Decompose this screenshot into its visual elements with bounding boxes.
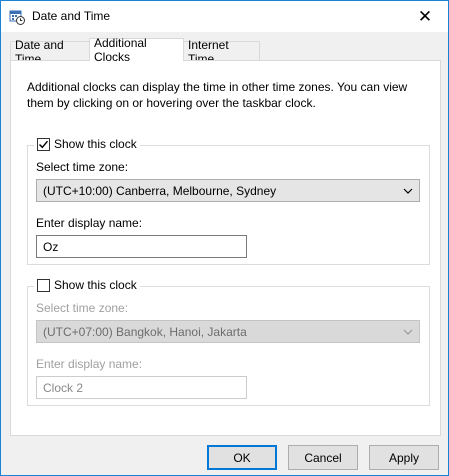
cancel-button[interactable]: Cancel — [288, 445, 358, 470]
clock-1-timezone-value: (UTC+10:00) Canberra, Melbourne, Sydney — [43, 183, 277, 198]
clock-1-timezone-select[interactable]: (UTC+10:00) Canberra, Melbourne, Sydney — [36, 179, 420, 202]
close-button[interactable]: ✕ — [402, 1, 448, 32]
clock-1-show-label: Show this clock — [54, 137, 137, 151]
close-icon: ✕ — [417, 6, 433, 26]
apply-button-label: Apply — [388, 450, 420, 465]
clock-1-timezone-label: Select time zone: — [36, 160, 129, 174]
window-title: Date and Time — [32, 9, 111, 23]
clock-2-display-name-input[interactable]: Clock 2 — [36, 376, 247, 399]
additional-clocks-panel: Additional clocks can display the time i… — [10, 60, 441, 436]
date-and-time-dialog: Date and Time ✕ Date and Time Additional… — [0, 0, 449, 476]
clock-2-display-name-value: Clock 2 — [43, 380, 84, 395]
title-bar[interactable]: Date and Time ✕ — [1, 1, 448, 32]
clock-1-display-name-value: Oz — [43, 239, 59, 254]
tab-additional-clocks[interactable]: Additional Clocks — [89, 36, 184, 64]
clock-2-name-label: Enter display name: — [36, 357, 143, 371]
clock-1-checkbox[interactable] — [37, 137, 50, 151]
ok-button-label: OK — [233, 450, 251, 465]
clock-2-timezone-label: Select time zone: — [36, 301, 129, 315]
clock-2-show-label: Show this clock — [54, 278, 137, 292]
ok-button[interactable]: OK — [207, 445, 277, 470]
clock-2-show-toggle[interactable]: Show this clock — [34, 278, 140, 292]
clock-2-checkbox[interactable] — [37, 278, 50, 292]
tab-strip: Date and Time Additional Clocks Internet… — [10, 36, 441, 66]
date-time-app-icon — [9, 10, 25, 25]
clock-1-group: Show this clock Select time zone: (UTC+1… — [27, 137, 430, 265]
clock-1-name-label: Enter display name: — [36, 216, 143, 230]
chevron-down-icon — [403, 329, 413, 335]
clock-2-timezone-select[interactable]: (UTC+07:00) Bangkok, Hanoi, Jakarta — [36, 320, 420, 343]
apply-button[interactable]: Apply — [369, 445, 439, 470]
tab-internet-time[interactable]: Internet Time — [183, 38, 260, 66]
cancel-button-label: Cancel — [304, 450, 342, 465]
chevron-down-icon — [403, 188, 413, 194]
intro-text: Additional clocks can display the time i… — [27, 80, 408, 110]
clock-2-group: Show this clock Select time zone: (UTC+0… — [27, 278, 430, 406]
tab-label: Additional Clocks — [94, 36, 147, 64]
tab-date-and-time[interactable]: Date and Time — [10, 38, 90, 66]
checkmark-icon — [39, 140, 49, 148]
clock-1-show-toggle[interactable]: Show this clock — [34, 137, 140, 151]
clock-1-display-name-input[interactable]: Oz — [36, 235, 247, 258]
clock-2-timezone-value: (UTC+07:00) Bangkok, Hanoi, Jakarta — [43, 324, 247, 339]
